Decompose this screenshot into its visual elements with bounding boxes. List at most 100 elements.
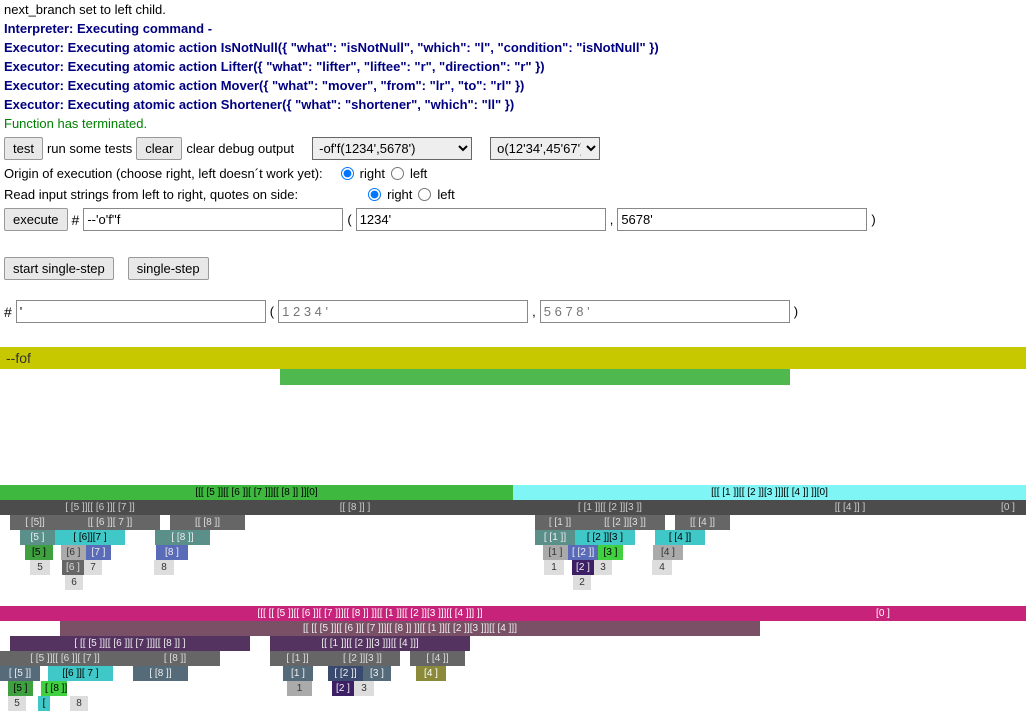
tree-node: 3 xyxy=(594,560,612,575)
tree-node: [2 ] xyxy=(572,560,594,575)
origin-right-radio[interactable] xyxy=(341,167,354,180)
origin-left-radio[interactable] xyxy=(391,167,404,180)
arg1-input[interactable] xyxy=(356,208,606,231)
tree-node: [0 ] xyxy=(990,500,1026,515)
tree-node: [[[ [[ [5 ]][[ [6 ]][ [7 ]]][[ [8 ]] ]][… xyxy=(0,606,740,621)
read-right-radio[interactable] xyxy=(368,188,381,201)
tree-node: 8 xyxy=(70,696,88,711)
tree-node: 2 xyxy=(573,575,591,590)
arg2-input-2[interactable] xyxy=(540,300,790,323)
left-label: left xyxy=(410,166,427,181)
tree-node: [[ [2 ]][3 ]] xyxy=(585,515,665,530)
origin-label: Origin of execution (choose right, left … xyxy=(4,166,323,181)
tree-node: [6 ] xyxy=(62,560,84,575)
comma-label: , xyxy=(610,212,614,227)
expression-select-2[interactable]: o(12'34',45'67') xyxy=(490,137,600,160)
tree-node: 5 xyxy=(8,696,26,711)
tree-node: [ [5 ]][[ [6 ]][ [7 ]] xyxy=(0,651,130,666)
execute-button[interactable]: execute xyxy=(4,208,68,231)
rparen-label: ) xyxy=(871,212,875,227)
tree-node: [ [1 ]][[ [2 ]][3 ]] xyxy=(510,500,710,515)
tree-node: [ [8 ]] xyxy=(133,666,188,681)
tree-node: [1 ] xyxy=(283,666,313,681)
tree-node: [ [8 ]] xyxy=(155,530,210,545)
tree-node: [[6 ]][ 7 ] xyxy=(48,666,113,681)
tree-node: [[ [8 ]] xyxy=(170,515,245,530)
tree-node: [[ [4 ]] xyxy=(675,515,730,530)
tree-node: 6 xyxy=(65,575,83,590)
log-line: Executor: Executing atomic action IsNotN… xyxy=(0,38,1026,57)
log-line: Executor: Executing atomic action Lifter… xyxy=(0,57,1026,76)
lparen-label: ( xyxy=(347,212,351,227)
tree-node: [7 ] xyxy=(86,545,111,560)
tree-node: [ [2 ]] xyxy=(568,545,598,560)
tree-node: [[ [6 ]][ 7 ]] xyxy=(60,515,160,530)
tree-node: [[ [8 ]] ] xyxy=(200,500,510,515)
right-label: right xyxy=(360,166,385,181)
tree-node: [[ [[ [5 ]][[ [6 ]][ [7 ]]][[ [8 ]] ]][[… xyxy=(60,621,760,636)
tree-node: [5 ] xyxy=(20,530,55,545)
log-line: Executor: Executing atomic action Mover(… xyxy=(0,76,1026,95)
arg1-input-2[interactable] xyxy=(278,300,528,323)
program-input-2[interactable] xyxy=(16,300,266,323)
tree-node: 4 xyxy=(652,560,672,575)
read-left-radio[interactable] xyxy=(418,188,431,201)
left-label-2: left xyxy=(437,187,454,202)
rparen-label-2: ) xyxy=(794,304,798,319)
tree-node: [[ [1 ]][[ [2 ]][3 ]]][[ [4 ]]] xyxy=(270,636,470,651)
tree-node: 3 xyxy=(354,681,374,696)
tree-node: [ [5 ]] xyxy=(0,666,40,681)
right-label-2: right xyxy=(387,187,412,202)
hash-label-2: # xyxy=(4,304,12,320)
tree-node: 8 xyxy=(154,560,174,575)
clear-button[interactable]: clear xyxy=(136,137,182,160)
tree-node: [ [6]][7 ] xyxy=(55,530,125,545)
tree-node: 1 xyxy=(544,560,564,575)
tree-node: [4 ] xyxy=(416,666,446,681)
tree-node: [[[ [1 ]][[ [2 ]][3 ]]][[ [4 ]] ]][0] xyxy=(513,485,1026,500)
tree-node: [ [5 ]][[ [6 ]][ [7 ]] xyxy=(0,500,200,515)
expression-select-1[interactable]: -of'f(1234',5678') xyxy=(312,137,472,160)
tree-node: [ [[ [5 ]][[ [6 ]][ [7 ]]][[ [8 ]] ] xyxy=(10,636,250,651)
tree-node: 7 xyxy=(84,560,102,575)
arg2-input[interactable] xyxy=(617,208,867,231)
tree-node: [ [5]] xyxy=(10,515,60,530)
tree-node: [5 ] xyxy=(25,545,53,560)
expression-bar: --fof xyxy=(0,347,1026,369)
tree-node: [ [4 ]] xyxy=(655,530,705,545)
tree-node: [ xyxy=(38,696,50,711)
single-step-button[interactable]: single-step xyxy=(128,257,209,280)
program-input[interactable] xyxy=(83,208,343,231)
tree-node: [0 ] xyxy=(740,606,1026,621)
tree-node: [[[ [5 ]][[ [6 ]][ [7 ]]][[ [8 ]] ]][0] xyxy=(0,485,513,500)
start-single-step-button[interactable]: start single-step xyxy=(4,257,114,280)
tree-node: [ [1 ]] xyxy=(535,530,575,545)
tree-node: [4 ] xyxy=(653,545,683,560)
green-bar xyxy=(280,369,790,385)
tree-node: [8 ] xyxy=(156,545,188,560)
log-line: Executor: Executing atomic action Shorte… xyxy=(0,95,1026,114)
tree-node: [ [2 ]] xyxy=(328,666,363,681)
read-label: Read input strings from left to right, q… xyxy=(4,187,298,202)
test-button[interactable]: test xyxy=(4,137,43,160)
tree-node: [ [1 ]] xyxy=(270,651,325,666)
log-line: Interpreter: Executing command - xyxy=(0,19,1026,38)
tree-node: [ [2 ]][3 ]] xyxy=(325,651,400,666)
tree-node: [5 ] xyxy=(8,681,33,696)
tree-node: [ [2 ]][3 ] xyxy=(575,530,635,545)
clear-debug-label: clear debug output xyxy=(186,141,294,156)
tree-node: [3 ] xyxy=(363,666,391,681)
tree-node: [1 ] xyxy=(543,545,568,560)
tree-node: [ [8 ]] xyxy=(130,651,220,666)
comma-label-2: , xyxy=(532,304,536,319)
tree-node: 5 xyxy=(30,560,50,575)
lparen-label-2: ( xyxy=(270,304,274,319)
tree-node: [[ [4 ]] ] xyxy=(710,500,990,515)
tree-node: 1 xyxy=(287,681,312,696)
log-line: Function has terminated. xyxy=(0,114,1026,133)
run-tests-label: run some tests xyxy=(47,141,132,156)
tree-node: [6 ] xyxy=(61,545,86,560)
tree-node: [3 ] xyxy=(598,545,623,560)
tree-node: [2 ] xyxy=(332,681,354,696)
tree-node: [ [1 ]] xyxy=(535,515,585,530)
